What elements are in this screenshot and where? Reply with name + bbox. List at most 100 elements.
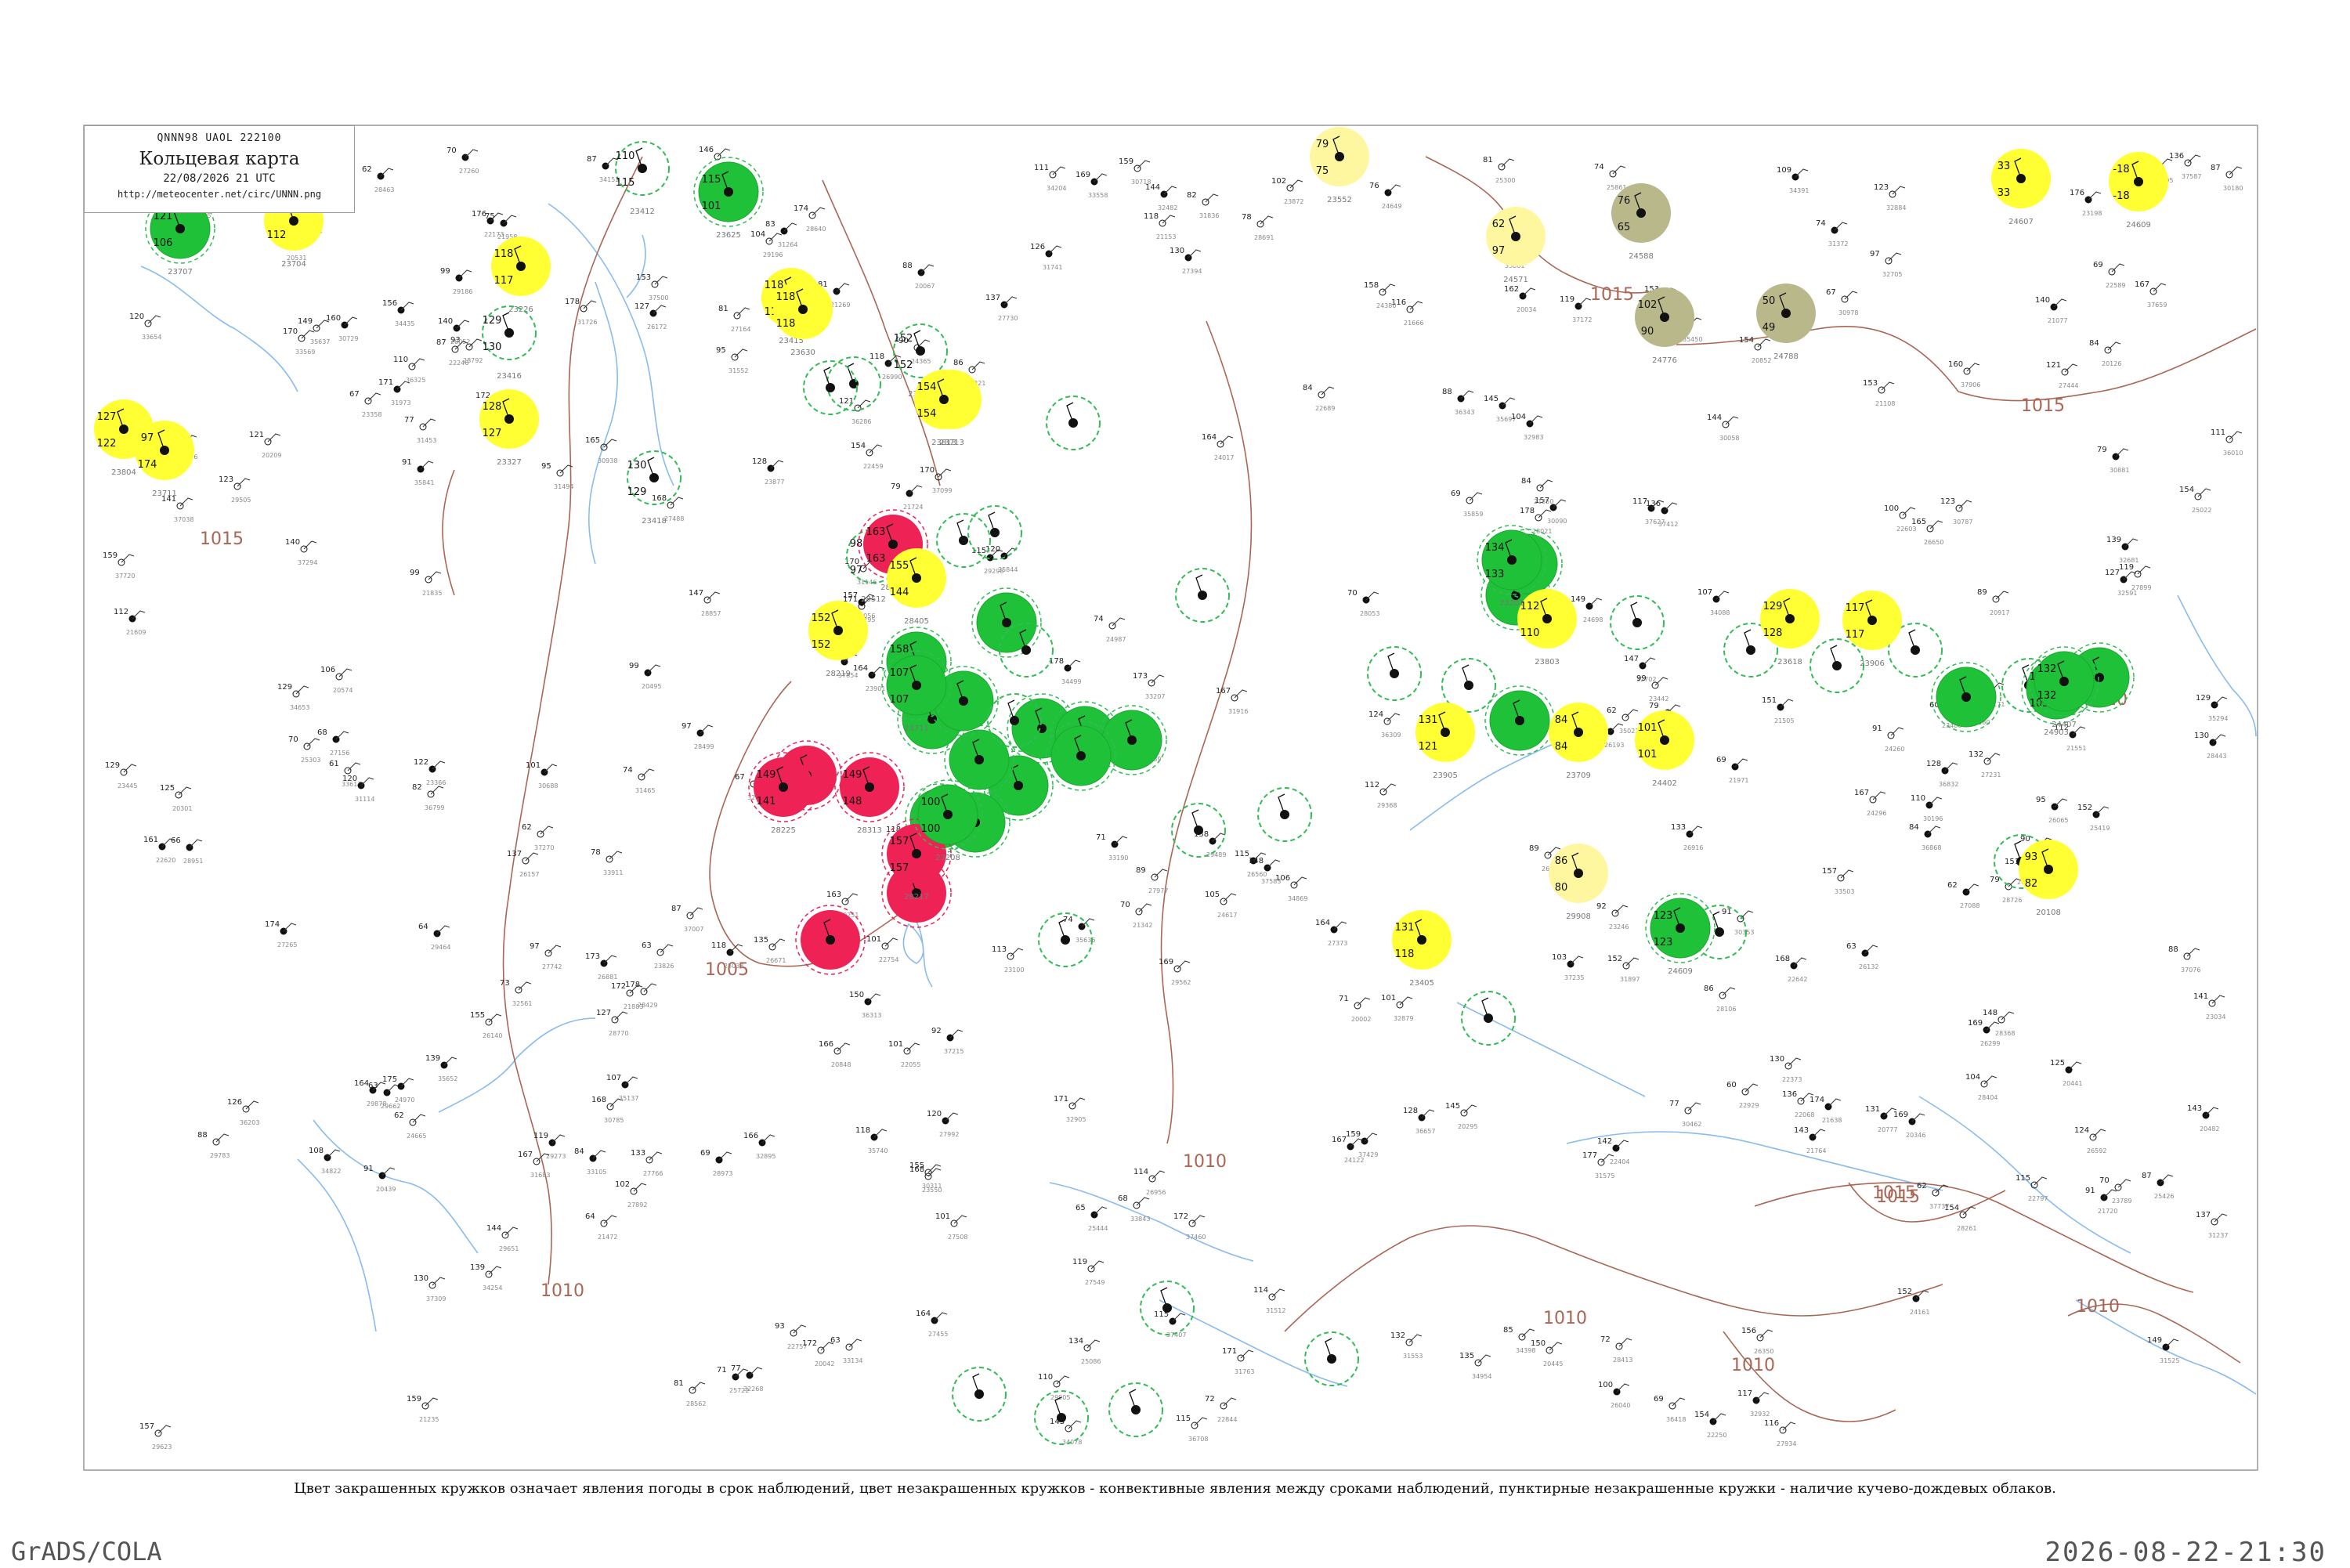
station-index: 23711	[152, 490, 177, 498]
station-value: 130	[1770, 1055, 1784, 1064]
station-dewpoint: -18	[2113, 190, 2129, 202]
station-index: 35137	[619, 1095, 638, 1102]
station-dewpoint: 121	[1419, 741, 1438, 753]
station-index: 37172	[1572, 316, 1592, 323]
station-value: 63	[1846, 942, 1856, 951]
station-index: 34653	[290, 704, 309, 711]
station-index: 24987	[1106, 636, 1126, 643]
station-dewpoint: 118	[776, 318, 796, 330]
station-value: 79	[1649, 702, 1659, 710]
station-index: 27164	[731, 326, 750, 333]
station-value: 172	[802, 1339, 817, 1348]
station-index: 30058	[1719, 435, 1739, 442]
station-value: 173	[1133, 672, 1148, 681]
station-value: 165	[585, 436, 600, 445]
station-index: 24609	[1668, 967, 1693, 976]
isobar-label: 1015	[200, 529, 244, 549]
isobar-label: 1010	[1731, 1356, 1775, 1375]
station-index: 30978	[1838, 309, 1858, 316]
station-index: 30938	[598, 457, 617, 464]
station-dewpoint: 75	[1316, 165, 1329, 177]
station-value: 123	[1874, 183, 1889, 192]
station-value: 87	[587, 155, 597, 164]
station-index: 35652	[438, 1075, 457, 1082]
station-index: 20777	[1878, 1126, 1897, 1133]
station-temperature: 79	[1316, 139, 1329, 150]
station-value: 152	[2077, 804, 2092, 812]
isobar-label: 1015	[2021, 396, 2065, 416]
station-value: 172	[611, 982, 626, 991]
station-index: 29562	[1171, 979, 1191, 986]
station-value: 70	[288, 735, 298, 744]
station-index: 26592	[2087, 1147, 2106, 1154]
station-value: 167	[518, 1151, 533, 1159]
station-index: 21724	[903, 504, 923, 511]
station-index: 31741	[1043, 264, 1062, 271]
station-value: 69	[700, 1149, 710, 1158]
station-index: 24588	[1629, 252, 1654, 261]
station-value: 137	[507, 850, 522, 858]
footer-software: GrADS/COLA	[11, 1537, 162, 1566]
station-value: 73	[500, 979, 510, 988]
station-index: 24617	[1217, 912, 1237, 919]
station-index: 36286	[851, 418, 871, 425]
station-value: 161	[143, 836, 158, 844]
station-dewpoint: 129	[627, 486, 647, 498]
station-index: 21350	[1534, 498, 1553, 505]
station-index: 20482	[2200, 1125, 2219, 1133]
station-index: 25722	[729, 1387, 749, 1394]
station-index: 21505	[1774, 717, 1794, 724]
station-index: 23445	[118, 782, 137, 789]
station-value: 118	[1144, 212, 1159, 221]
station-value: 171	[378, 378, 393, 387]
station-index: 23711	[904, 724, 929, 733]
station-value: 104	[750, 230, 765, 239]
station-index: 23906	[1860, 659, 1885, 668]
station-temperature: 130	[627, 460, 647, 471]
station-index: 22055	[901, 1061, 920, 1068]
station-index: 34204	[1047, 185, 1066, 192]
station-value: 69	[2093, 261, 2103, 269]
station-index: 31897	[1620, 976, 1640, 983]
station-index: 28691	[1254, 234, 1274, 241]
station-value: 124	[1368, 710, 1383, 719]
station-index: 23630	[790, 349, 815, 357]
station-index: 20445	[1543, 1360, 1563, 1367]
station-value: 91	[2085, 1187, 2095, 1195]
station-index: 31525	[2160, 1357, 2179, 1364]
station-index: 37235	[1564, 974, 1584, 981]
station-value: 82	[1187, 191, 1197, 200]
station-value: 115	[2016, 1174, 2030, 1183]
station-index: 24776	[1652, 356, 1677, 365]
station-index: 36343	[1455, 409, 1474, 416]
station-value: 71	[1339, 995, 1349, 1003]
station-value: 124	[2074, 1126, 2089, 1135]
station-value: 167	[1332, 1136, 1347, 1144]
station-dewpoint: 144	[890, 587, 909, 598]
station-index: 32561	[512, 1000, 532, 1007]
station-value: 178	[625, 981, 640, 989]
station-value: 118	[711, 941, 726, 950]
station-temperature: 93	[2025, 851, 2038, 863]
station-index: 23552	[1327, 196, 1352, 204]
station-index: 27766	[643, 1170, 663, 1177]
station-index: 33134	[843, 1357, 862, 1364]
station-index: 30787	[1953, 518, 1972, 526]
station-index: 28512	[861, 595, 886, 604]
station-value: 140	[438, 317, 453, 326]
station-value: 87	[671, 905, 682, 913]
station-index: 32932	[1750, 1411, 1770, 1418]
station-index: 21764	[1806, 1147, 1826, 1154]
station-temperature: 163	[866, 526, 886, 538]
station-value: 89	[1529, 844, 1539, 853]
station-dewpoint: 101	[1638, 749, 1658, 761]
station-value: 97	[530, 942, 540, 951]
station-index: 33190	[1108, 854, 1128, 862]
station-index: 20301	[172, 805, 192, 812]
weather-map: 1015 1005 1010 1010 1015 1015 1010 1010 …	[0, 0, 2350, 1566]
station-value: 127	[596, 1009, 611, 1017]
station-dewpoint: 123	[1654, 937, 1673, 948]
station-index: 28770	[609, 1030, 628, 1037]
station-index: 28053	[1360, 610, 1379, 617]
station-index: 32681	[2119, 557, 2138, 564]
